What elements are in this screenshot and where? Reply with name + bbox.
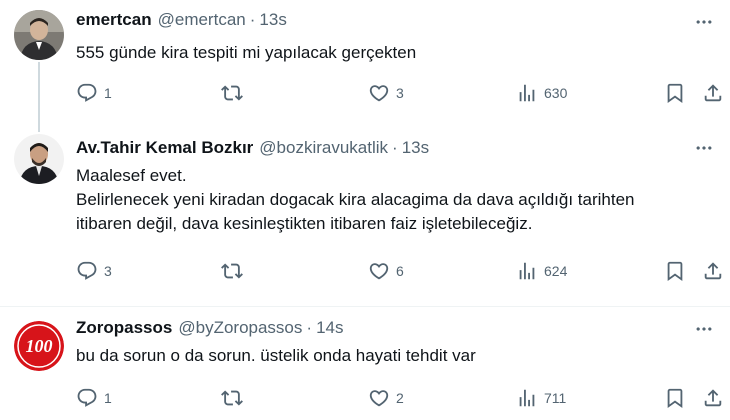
reply-button[interactable]: 3	[76, 257, 112, 285]
like-count: 2	[396, 390, 404, 406]
bookmark-button[interactable]	[664, 384, 686, 412]
share-button[interactable]	[702, 79, 724, 107]
heart-icon	[368, 82, 390, 104]
tweet[interactable]: emertcan @emertcan · 13s 555 günde kira …	[0, 0, 730, 118]
reply-button[interactable]: 1	[76, 79, 112, 107]
like-button[interactable]: 2	[368, 384, 404, 412]
like-count: 6	[396, 263, 404, 279]
bookmark-icon	[664, 82, 686, 104]
timestamp[interactable]: 13s	[402, 138, 429, 158]
action-bar: 1 2 711	[76, 384, 716, 412]
avatar[interactable]	[14, 10, 64, 60]
tweet-text-line: Maalesef evet.	[76, 166, 187, 185]
more-options-button[interactable]	[692, 317, 716, 341]
author-name[interactable]: emertcan	[76, 10, 152, 30]
tweet[interactable]: Av.Tahir Kemal Bozkır @bozkiravukatlik ·…	[0, 118, 730, 306]
timestamp[interactable]: 13s	[259, 10, 286, 30]
retweet-button[interactable]	[221, 384, 249, 412]
more-horizontal-icon	[694, 319, 714, 339]
reply-icon	[76, 387, 98, 409]
retweet-icon	[221, 387, 243, 409]
retweet-button[interactable]	[221, 79, 249, 107]
bookmark-icon	[664, 387, 686, 409]
action-bar: 3 6 624	[76, 257, 716, 285]
share-icon	[702, 260, 724, 282]
tweet-text: 555 günde kira tespiti mi yapılacak gerç…	[76, 41, 416, 65]
like-button[interactable]: 3	[368, 79, 404, 107]
tweet-text-line: itibaren değil, dava kesinleştikten itib…	[76, 214, 533, 233]
tweet-text: bu da sorun o da sorun. üstelik onda hay…	[76, 344, 476, 368]
avatar[interactable]	[14, 134, 64, 184]
bookmark-button[interactable]	[664, 257, 686, 285]
separator-dot: ·	[392, 138, 398, 157]
views-count: 711	[544, 390, 567, 406]
separator-dot: ·	[306, 318, 313, 337]
more-horizontal-icon	[694, 12, 714, 32]
author-name[interactable]: Zoropassos	[76, 318, 172, 338]
reply-icon	[76, 82, 98, 104]
share-button[interactable]	[702, 384, 724, 412]
author-handle[interactable]: @bozkiravukatlik	[259, 138, 388, 158]
views-button[interactable]: 630	[516, 79, 567, 107]
tweet-text-line: 555 günde kira tespiti mi yapılacak gerç…	[76, 43, 417, 62]
like-button[interactable]: 6	[368, 257, 404, 285]
more-options-button[interactable]	[692, 10, 716, 34]
views-chart-icon	[516, 387, 538, 409]
reply-count: 1	[104, 390, 112, 406]
separator-dot: ·	[249, 10, 256, 29]
action-bar: 1 3 630	[76, 79, 716, 107]
views-chart-icon	[516, 260, 538, 282]
tweet-text-line: bu da sorun o da sorun. üstelik onda hay…	[76, 346, 476, 365]
views-button[interactable]: 711	[516, 384, 566, 412]
author-handle[interactable]: @emertcan	[158, 10, 246, 30]
logo-text: 100	[26, 336, 53, 356]
views-count: 624	[544, 263, 568, 279]
tweet-text-line: Belirlenecek yeni kiradan dogacak kira a…	[76, 190, 635, 209]
timestamp[interactable]: 14s	[316, 318, 343, 338]
reply-count: 3	[104, 263, 112, 279]
bookmark-icon	[664, 260, 686, 282]
share-button[interactable]	[702, 257, 724, 285]
views-button[interactable]: 624	[516, 257, 567, 285]
more-options-button[interactable]	[692, 136, 716, 160]
more-horizontal-icon	[694, 138, 714, 158]
avatar[interactable]: 100	[14, 321, 64, 371]
retweet-button[interactable]	[221, 257, 249, 285]
author-name[interactable]: Av.Tahir Kemal Bozkır	[76, 138, 253, 158]
views-count: 630	[544, 85, 568, 101]
tweet[interactable]: 100 Zoropassos @byZoropassos · 14s bu da…	[0, 306, 730, 420]
views-chart-icon	[516, 82, 538, 104]
bookmark-button[interactable]	[664, 79, 686, 107]
author-handle[interactable]: @byZoropassos	[178, 318, 302, 338]
reply-button[interactable]: 1	[76, 384, 112, 412]
share-icon	[702, 387, 724, 409]
reply-count: 1	[104, 85, 112, 101]
retweet-icon	[221, 82, 243, 104]
heart-icon	[368, 387, 390, 409]
like-count: 3	[396, 85, 404, 101]
tweet-text: Maalesef evet. Belirlenecek yeni kiradan…	[76, 164, 635, 236]
heart-icon	[368, 260, 390, 282]
retweet-icon	[221, 260, 243, 282]
share-icon	[702, 82, 724, 104]
reply-icon	[76, 260, 98, 282]
